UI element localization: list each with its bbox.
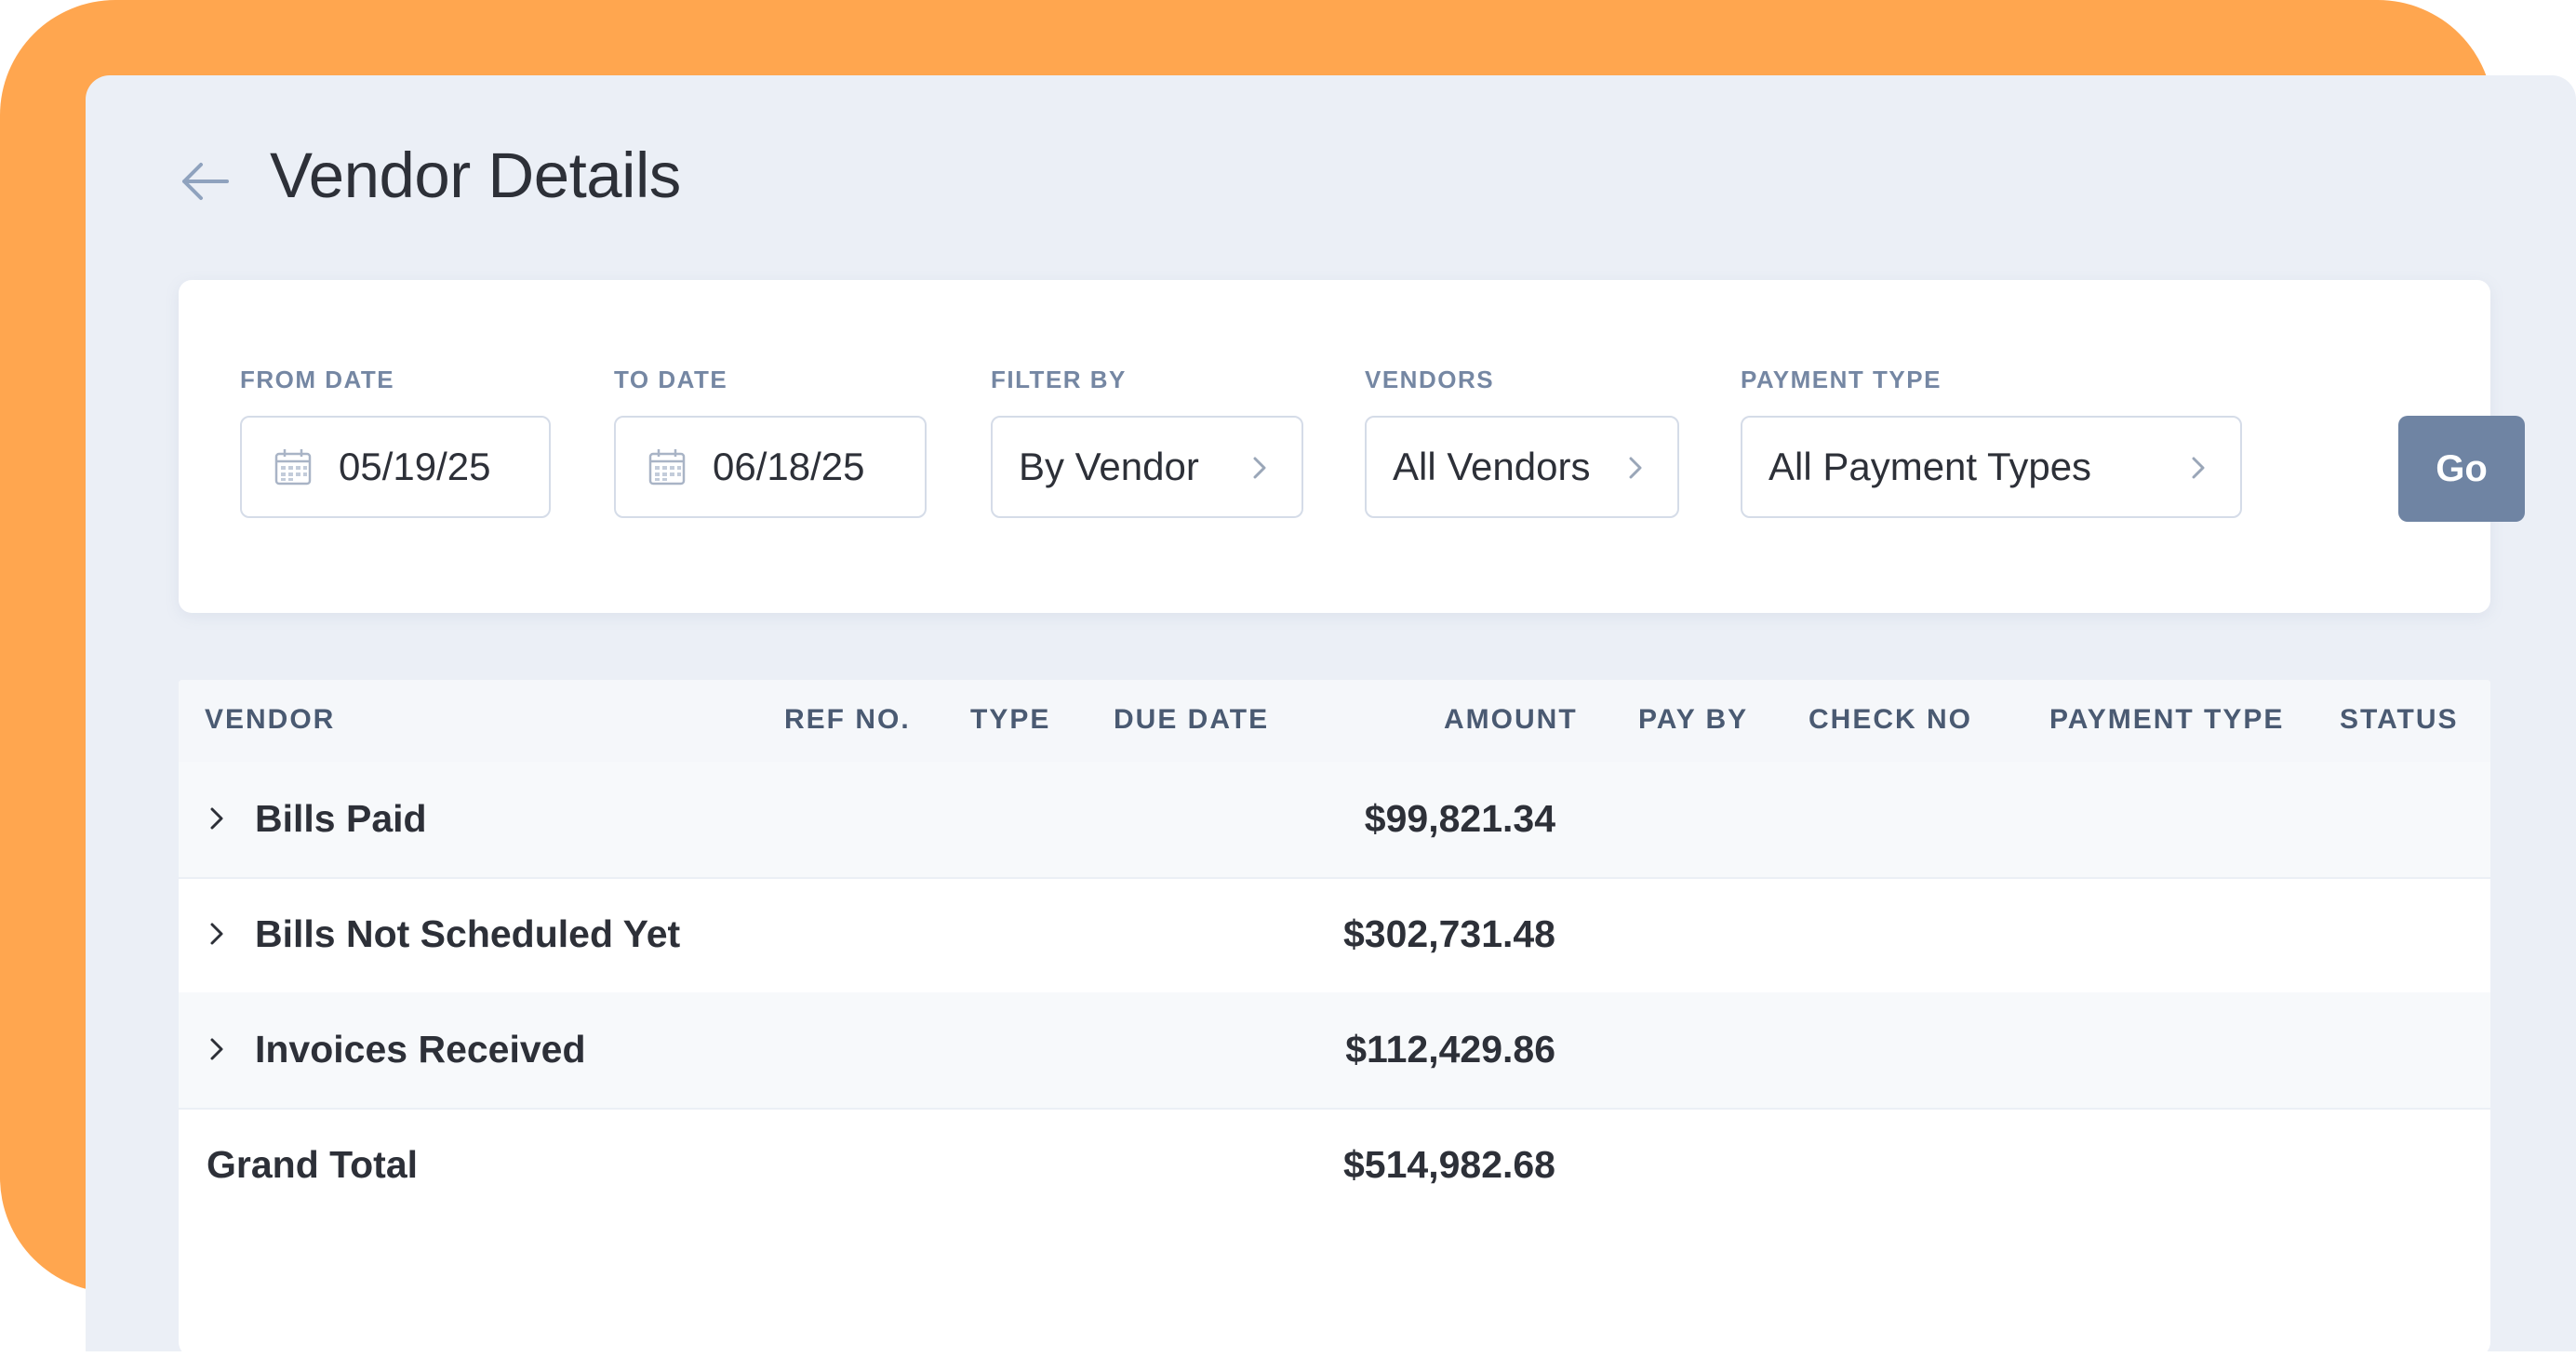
chevron-right-icon[interactable] [208, 920, 225, 948]
row-amount: $99,821.34 [1364, 797, 1555, 840]
chevron-right-icon [1629, 457, 1642, 479]
column-header-status[interactable]: STATUS [2340, 704, 2459, 736]
row-amount: $112,429.86 [1345, 1028, 1555, 1071]
row-label: Bills Not Scheduled Yet [255, 912, 681, 955]
to-date-value: 06/18/25 [713, 445, 865, 488]
vendor-table: VENDOR REF NO. TYPE DUE DATE AMOUNT PAY … [179, 680, 2490, 1357]
column-header-type[interactable]: TYPE [970, 704, 1050, 736]
to-date-field[interactable]: 06/18/25 [614, 416, 927, 518]
payment-type-value: All Payment Types [1768, 445, 2092, 488]
vendors-select[interactable]: All Vendors [1365, 416, 1679, 518]
row-amount: $302,731.48 [1342, 912, 1555, 955]
calendar-icon [274, 449, 312, 486]
table-row-bills-paid[interactable]: Bills Paid $99,821.34 [179, 762, 2490, 879]
filter-card: FROM DATE 05/19/25 TO DATE 06/18/25 FILT… [179, 280, 2525, 613]
from-date-label: FROM DATE [240, 366, 395, 393]
filter-by-label: FILTER BY [991, 366, 1127, 393]
column-header-due-date[interactable]: DUE DATE [1114, 704, 1269, 736]
payment-type-select[interactable]: All Payment Types [1741, 416, 2242, 518]
vendor-details-panel: Vendor Details FROM DATE 05/19/25 TO DAT… [86, 75, 2576, 1357]
arrow-left-icon[interactable] [177, 153, 233, 209]
table-row-invoices-received[interactable]: Invoices Received $112,429.86 [179, 992, 2490, 1110]
filter-by-value: By Vendor [1019, 445, 1199, 488]
chevron-right-icon[interactable] [208, 805, 225, 832]
calendar-icon [648, 449, 686, 486]
column-header-payment-type[interactable]: PAYMENT TYPE [2049, 704, 2284, 736]
column-header-pay-by[interactable]: PAY BY [1638, 704, 1748, 736]
go-button[interactable]: Go [2398, 416, 2525, 522]
row-label: Bills Paid [255, 797, 427, 840]
chevron-right-icon [2192, 457, 2205, 479]
table-row-bills-not-scheduled[interactable]: Bills Not Scheduled Yet $302,731.48 [179, 877, 2490, 994]
column-header-check-no[interactable]: CHECK NO [1809, 704, 1972, 736]
row-label: Invoices Received [255, 1028, 586, 1071]
grand-total-row: Grand Total $514,982.68 [179, 1108, 2490, 1223]
from-date-value: 05/19/25 [339, 445, 491, 488]
from-date-field[interactable]: 05/19/25 [240, 416, 551, 518]
page-title: Vendor Details [270, 140, 681, 211]
column-header-amount[interactable]: AMOUNT [1444, 704, 1578, 736]
grand-total-label: Grand Total [207, 1143, 419, 1186]
column-header-ref-no[interactable]: REF NO. [784, 704, 911, 736]
column-header-vendor[interactable]: VENDOR [205, 704, 335, 736]
chevron-right-icon [1253, 457, 1266, 479]
table-header: VENDOR REF NO. TYPE DUE DATE AMOUNT PAY … [179, 680, 2490, 764]
grand-total-amount: $514,982.68 [1342, 1143, 1555, 1186]
filter-by-select[interactable]: By Vendor [991, 416, 1303, 518]
payment-type-label: PAYMENT TYPE [1741, 366, 1942, 393]
chevron-right-icon[interactable] [208, 1035, 225, 1063]
vendors-value: All Vendors [1393, 445, 1591, 488]
to-date-label: TO DATE [614, 366, 728, 393]
vendors-label: VENDORS [1365, 366, 1495, 393]
